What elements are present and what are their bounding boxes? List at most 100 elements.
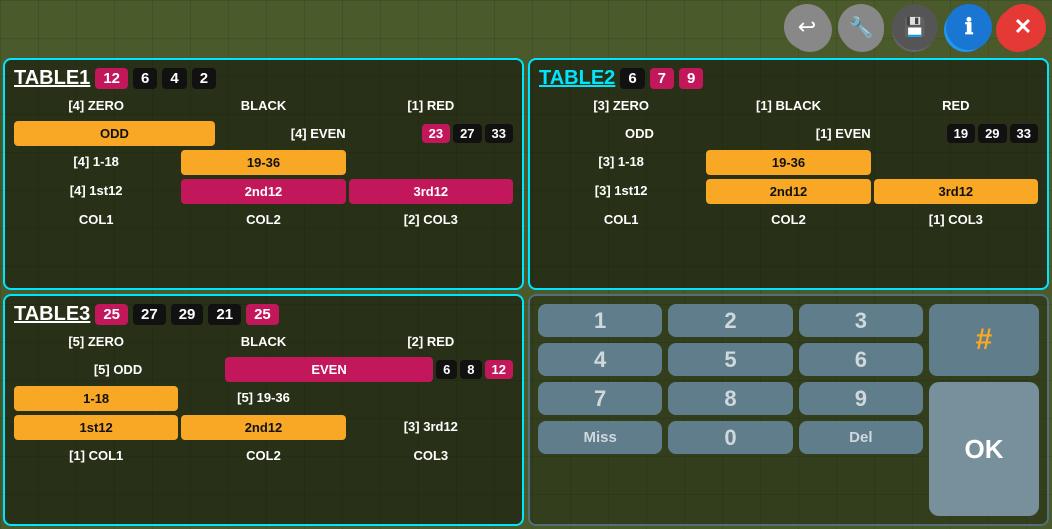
t1-r2: ODD [4] EVEN 23 27 33 — [14, 121, 513, 146]
t3-black[interactable]: BLACK — [181, 330, 345, 353]
t1-even[interactable]: [4] EVEN — [218, 121, 419, 146]
badge-6: 6 — [436, 360, 457, 379]
t2-n9: 9 — [679, 68, 703, 89]
key-hash[interactable]: # — [929, 304, 1039, 376]
t2-zero[interactable]: [3] ZERO — [539, 94, 703, 117]
t1-col2[interactable]: COL2 — [181, 208, 345, 231]
t3-n27: 27 — [133, 304, 166, 325]
t2-col1[interactable]: COL1 — [539, 208, 703, 231]
t1-black[interactable]: BLACK — [181, 94, 345, 117]
t2-black[interactable]: [1] BLACK — [706, 94, 870, 117]
numpad-panel: 1 2 3 # 4 5 6 7 8 9 OK Miss 0 Del — [528, 294, 1049, 526]
t1-col3[interactable]: [2] COL3 — [349, 208, 513, 231]
t3-odd[interactable]: [5] ODD — [14, 357, 222, 382]
t3-col3[interactable]: COL3 — [349, 444, 513, 467]
t2-3rd12[interactable]: 3rd12 — [874, 179, 1038, 204]
t3-n25a: 25 — [95, 304, 128, 325]
table1-panel: TABLE1 12 6 4 2 [4] ZERO BLACK [1] RED O… — [3, 58, 524, 290]
key-del[interactable]: Del — [799, 421, 923, 454]
t3-3rd12[interactable]: [3] 3rd12 — [349, 415, 513, 440]
t2-2nd12[interactable]: 2nd12 — [706, 179, 870, 204]
t1-1-18[interactable]: [4] 1-18 — [14, 150, 178, 175]
close-button[interactable]: ✕ — [1000, 4, 1046, 50]
t1-col1[interactable]: COL1 — [14, 208, 178, 231]
t2-1-18[interactable]: [3] 1-18 — [539, 150, 703, 175]
table3-panel: TABLE3 25 27 29 21 25 [5] ZERO BLACK [2]… — [3, 294, 524, 526]
t2-19-36[interactable]: 19-36 — [706, 150, 870, 175]
table1-title: TABLE1 — [14, 67, 90, 90]
t3-col2[interactable]: COL2 — [181, 444, 345, 467]
t3-r2: [5] ODD EVEN 6 8 12 — [14, 357, 513, 382]
key-9[interactable]: 9 — [799, 382, 923, 415]
back-button[interactable]: ↩ — [784, 4, 830, 50]
badge-23: 23 — [422, 124, 450, 143]
key-5[interactable]: 5 — [668, 343, 792, 376]
t3-1-18[interactable]: 1-18 — [14, 386, 178, 411]
t3-2nd12[interactable]: 2nd12 — [181, 415, 345, 440]
table2-title: TABLE2 — [539, 67, 615, 90]
key-7[interactable]: 7 — [538, 382, 662, 415]
t3-1st12[interactable]: 1st12 — [14, 415, 178, 440]
badge-19: 19 — [947, 124, 975, 143]
key-2[interactable]: 2 — [668, 304, 792, 337]
badge-27: 27 — [453, 124, 481, 143]
t3-r4: 1st12 2nd12 [3] 3rd12 — [14, 415, 513, 440]
t3-zero[interactable]: [5] ZERO — [14, 330, 178, 353]
t1-red[interactable]: [1] RED — [349, 94, 513, 117]
t3-col1[interactable]: [1] COL1 — [14, 444, 178, 467]
t2-col2[interactable]: COL2 — [706, 208, 870, 231]
badge-29: 29 — [978, 124, 1006, 143]
t2-r5: COL1 COL2 [1] COL3 — [539, 208, 1038, 231]
table3-header: TABLE3 25 27 29 21 25 — [14, 303, 513, 326]
key-miss[interactable]: Miss — [538, 421, 662, 454]
t2-r1: [3] ZERO [1] BLACK RED — [539, 94, 1038, 117]
t3-n21: 21 — [208, 304, 241, 325]
t1-zero[interactable]: [4] ZERO — [14, 94, 178, 117]
t1-n4: 4 — [162, 68, 186, 89]
t1-1st12[interactable]: [4] 1st12 — [14, 179, 178, 204]
t2-even[interactable]: [1] EVEN — [743, 121, 944, 146]
t3-r1: [5] ZERO BLACK [2] RED — [14, 330, 513, 353]
badge-33b: 33 — [1010, 124, 1038, 143]
key-3[interactable]: 3 — [799, 304, 923, 337]
t2-col3[interactable]: [1] COL3 — [874, 208, 1038, 231]
t1-n12: 12 — [95, 68, 128, 89]
t1-n2: 2 — [192, 68, 216, 89]
settings-button[interactable]: 🔧 — [838, 4, 884, 50]
ok-button[interactable]: OK — [929, 382, 1039, 516]
key-4[interactable]: 4 — [538, 343, 662, 376]
t3-19-36[interactable]: [5] 19-36 — [181, 386, 345, 411]
t2-n7: 7 — [650, 68, 674, 89]
key-1[interactable]: 1 — [538, 304, 662, 337]
t1-r4: [4] 1st12 2nd12 3rd12 — [14, 179, 513, 204]
t1-odd[interactable]: ODD — [14, 121, 215, 146]
key-6[interactable]: 6 — [799, 343, 923, 376]
t1-3rd12[interactable]: 3rd12 — [349, 179, 513, 204]
t3-r3: 1-18 [5] 19-36 — [14, 386, 513, 411]
t2-r3: [3] 1-18 19-36 — [539, 150, 1038, 175]
toolbar: ↩ 🔧 💾 ℹ ✕ — [784, 4, 1046, 50]
t2-red[interactable]: RED — [874, 94, 1038, 117]
t2-n6: 6 — [620, 68, 644, 89]
t2-r4: [3] 1st12 2nd12 3rd12 — [539, 179, 1038, 204]
t1-r3: [4] 1-18 19-36 — [14, 150, 513, 175]
key-8[interactable]: 8 — [668, 382, 792, 415]
t3-even[interactable]: EVEN — [225, 357, 433, 382]
t1-2nd12[interactable]: 2nd12 — [181, 179, 345, 204]
key-0[interactable]: 0 — [668, 421, 792, 454]
t3-red[interactable]: [2] RED — [349, 330, 513, 353]
badge-12: 12 — [485, 360, 513, 379]
t1-r3-empty — [349, 150, 513, 175]
info-button[interactable]: ℹ — [946, 4, 992, 50]
t2-r2: ODD [1] EVEN 19 29 33 — [539, 121, 1038, 146]
t2-1st12[interactable]: [3] 1st12 — [539, 179, 703, 204]
t1-19-36[interactable]: 19-36 — [181, 150, 345, 175]
t2-odd[interactable]: ODD — [539, 121, 740, 146]
t1-r5: COL1 COL2 [2] COL3 — [14, 208, 513, 231]
layout: TABLE1 12 6 4 2 [4] ZERO BLACK [1] RED O… — [3, 58, 1049, 526]
badge-33: 33 — [485, 124, 513, 143]
save-button[interactable]: 💾 — [892, 4, 938, 50]
t3-n29: 29 — [171, 304, 204, 325]
t2-r3-empty — [874, 150, 1038, 175]
t3-r3-empty — [349, 386, 513, 411]
